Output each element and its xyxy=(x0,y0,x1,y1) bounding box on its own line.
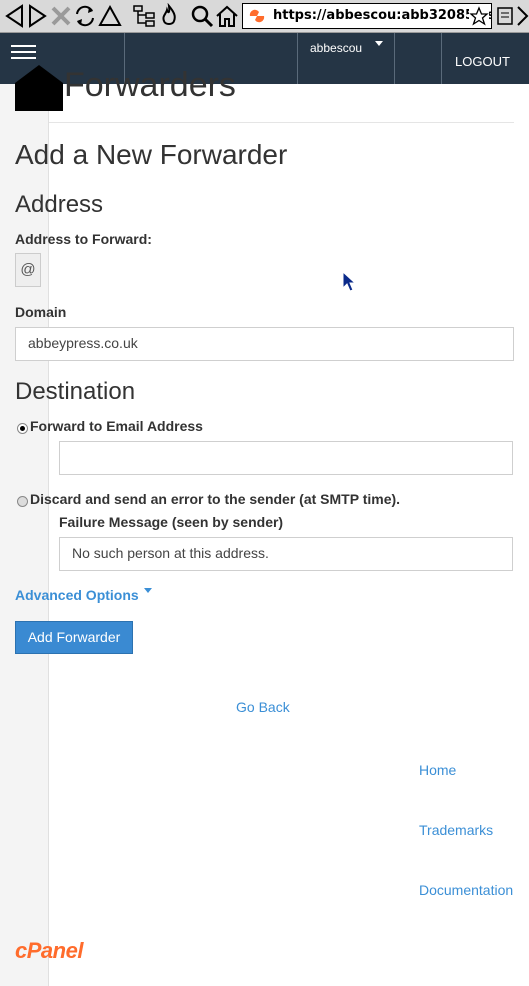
advanced-options-link[interactable]: Advanced Options xyxy=(15,587,139,603)
go-back-link[interactable]: Go Back xyxy=(236,699,290,715)
browser-toolbar: https://abbescou:abb32085@s xyxy=(0,0,529,33)
stop-icon[interactable] xyxy=(48,3,74,29)
tree-icon[interactable] xyxy=(132,3,158,29)
failure-message-label: Failure Message (seen by sender) xyxy=(59,514,284,530)
header-divider xyxy=(394,33,395,84)
forward-email-radio[interactable] xyxy=(17,423,28,434)
footer-link-documentation[interactable]: Documentation xyxy=(419,882,513,898)
discard-radio[interactable] xyxy=(17,496,28,507)
address-to-forward-label: Address to Forward: xyxy=(15,231,152,247)
footer-link-trademarks[interactable]: Trademarks xyxy=(419,822,493,838)
forward-icon[interactable] xyxy=(24,3,50,29)
caret-down-icon xyxy=(144,588,152,593)
header-divider xyxy=(441,33,442,84)
warning-icon[interactable] xyxy=(97,3,123,29)
forward-email-input[interactable] xyxy=(59,441,513,475)
search-icon[interactable] xyxy=(189,3,215,29)
sidebar xyxy=(0,84,49,986)
discard-label: Discard and send an error to the sender … xyxy=(30,491,401,507)
footer-link-home[interactable]: Home xyxy=(419,762,456,778)
destination-heading: Destination xyxy=(15,378,136,405)
url-bar[interactable]: https://abbescou:abb32085@s xyxy=(242,3,492,29)
forward-email-label: Forward to Email Address xyxy=(30,418,203,434)
page-action-icon[interactable] xyxy=(496,3,514,29)
user-menu[interactable]: abbescou xyxy=(298,33,394,84)
url-text: https://abbescou:abb32085@s xyxy=(273,8,492,23)
failure-message-input[interactable]: No such person at this address. xyxy=(59,537,513,571)
page-title: Forwarders xyxy=(64,66,236,104)
menu-icon[interactable] xyxy=(516,3,529,29)
cpanel-logo[interactable]: cPanel xyxy=(15,938,83,964)
chevron-down-icon xyxy=(375,41,383,46)
reload-icon[interactable] xyxy=(72,3,98,29)
add-forwarder-button[interactable]: Add Forwarder xyxy=(15,621,133,654)
logout-button[interactable]: LOGOUT xyxy=(455,54,510,69)
at-symbol-addon: @ xyxy=(15,253,41,287)
address-heading: Address xyxy=(15,191,104,218)
username: abbescou xyxy=(310,41,363,55)
home-icon[interactable] xyxy=(214,3,240,29)
mouse-cursor-icon xyxy=(342,270,358,295)
title-divider xyxy=(49,122,514,123)
fire-icon[interactable] xyxy=(156,2,182,29)
site-favicon-icon xyxy=(249,9,265,23)
domain-label: Domain xyxy=(15,304,67,320)
forwarders-icon xyxy=(15,65,63,111)
bookmark-star-icon[interactable] xyxy=(469,5,489,27)
domain-select[interactable]: abbeypress.co.uk xyxy=(15,327,514,361)
section-title: Add a New Forwarder xyxy=(15,139,288,170)
